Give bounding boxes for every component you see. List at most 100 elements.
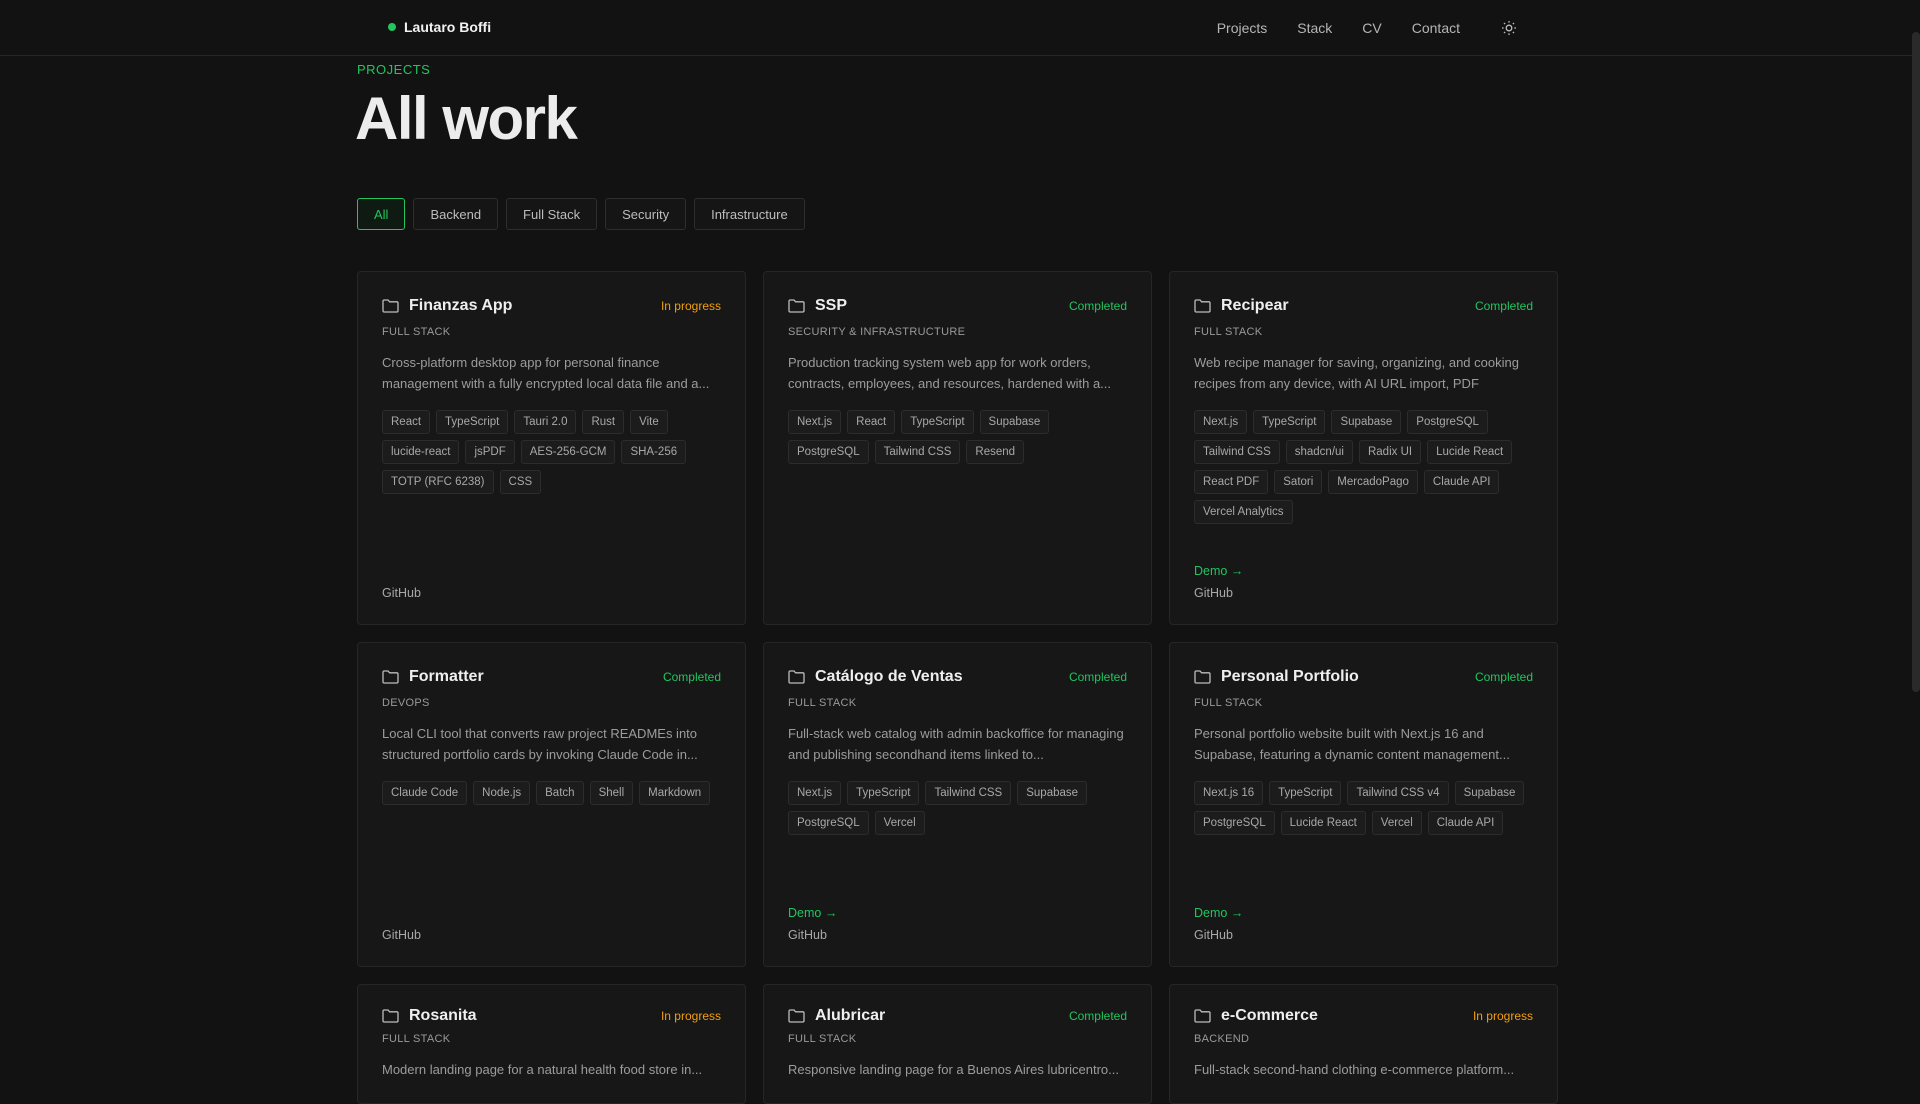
tech-tag: Claude Code — [382, 781, 468, 805]
nav-link-stack[interactable]: Stack — [1297, 20, 1332, 36]
project-category: SECURITY & INFRASTRUCTURE — [788, 326, 966, 338]
nav-link-contact[interactable]: Contact — [1412, 20, 1460, 36]
github-link[interactable]: GitHub — [788, 928, 1127, 942]
project-title: SSP — [815, 297, 848, 314]
demo-link[interactable]: Demo → — [788, 906, 1127, 920]
status-badge: Completed — [1068, 1009, 1127, 1023]
project-title: Alubricar — [815, 1007, 886, 1024]
tech-tag: PostgreSQL — [788, 440, 869, 464]
project-category: DEVOPS — [382, 697, 430, 709]
project-title: Formatter — [409, 668, 484, 685]
project-card[interactable]: Formatter Completed DEVOPS Local CLI too… — [357, 642, 746, 967]
project-card[interactable]: Catálogo de Ventas Completed FULL STACK … — [763, 642, 1152, 967]
project-category: FULL STACK — [788, 1033, 857, 1045]
tech-tag: TypeScript — [1253, 410, 1326, 434]
tech-tag: SHA-256 — [621, 440, 687, 464]
tech-tag: Lucide React — [1280, 811, 1366, 835]
project-links: Demo → GitHub — [1194, 906, 1533, 942]
brand-name: Lautaro Boffi — [404, 19, 492, 35]
card-header: Recipear Completed — [1194, 294, 1533, 318]
tech-tag: Claude API — [1427, 811, 1504, 835]
folder-icon — [788, 299, 805, 313]
project-category: FULL STACK — [1194, 326, 1263, 338]
tech-tag: shadcn/ui — [1285, 440, 1353, 464]
tech-tag: Tailwind CSS — [925, 781, 1012, 805]
github-link[interactable]: GitHub — [382, 586, 721, 600]
demo-link[interactable]: Demo → — [1194, 906, 1533, 920]
tech-tag: React — [382, 410, 431, 434]
tech-tag: TypeScript — [436, 410, 509, 434]
filter-backend[interactable]: Backend — [413, 198, 499, 230]
tech-tags: Next.js TypeScript Tailwind CSS Supabase Pos… — [788, 781, 1127, 835]
tech-tags: Next.js TypeScript Supabase PostgreSQL Tailw… — [1194, 410, 1533, 524]
card-title-group: Formatter — [382, 668, 484, 686]
tech-tag: Supabase — [1331, 410, 1402, 434]
tech-tag: Supabase — [1017, 781, 1088, 805]
status-badge: Completed — [1068, 299, 1127, 313]
filter-infrastructure[interactable]: Infrastructure — [694, 198, 805, 230]
nav-link-cv[interactable]: CV — [1362, 20, 1381, 36]
tech-tag: Tailwind CSS — [1194, 440, 1280, 464]
status-badge: In progress — [1472, 1009, 1533, 1023]
folder-icon — [788, 670, 805, 684]
project-card[interactable]: Rosanita In progress FULL STACK Modern l… — [357, 984, 746, 1104]
project-title: e-Commerce — [1221, 1007, 1318, 1024]
nav-link-projects[interactable]: Projects — [1217, 20, 1268, 36]
project-links: Demo → GitHub — [788, 906, 1127, 942]
project-card[interactable]: Recipear Completed FULL STACK Web recipe… — [1169, 271, 1558, 625]
project-category: FULL STACK — [788, 697, 857, 709]
folder-icon — [1194, 299, 1211, 313]
tech-tag: Tauri 2.0 — [514, 410, 577, 434]
tech-tag: TypeScript — [1269, 781, 1342, 805]
card-title-group: Finanzas App — [382, 297, 512, 315]
filter-all[interactable]: All — [357, 198, 406, 230]
tech-tags: Next.js React TypeScript Supabase PostgreSQL… — [788, 410, 1127, 464]
project-card[interactable]: Alubricar Completed FULL STACK Responsiv… — [763, 984, 1152, 1104]
project-description: Cross-platform desktop app for personal … — [382, 355, 710, 391]
project-description: Production tracking system web app for w… — [788, 355, 1112, 391]
tech-tag: PostgreSQL — [1407, 410, 1488, 434]
card-header: SSP Completed — [788, 294, 1127, 318]
tech-tag: Resend — [966, 440, 1025, 464]
theme-toggle-button[interactable] — [1498, 17, 1520, 39]
brand[interactable]: Lautaro Boffi — [388, 19, 491, 35]
project-description: Full-stack web catalog with admin backof… — [788, 726, 1124, 762]
tech-tag: Shell — [589, 781, 634, 805]
demo-link[interactable]: Demo → — [1194, 564, 1533, 578]
project-card[interactable]: Finanzas App In progress FULL STACK Cros… — [357, 271, 746, 625]
folder-icon — [788, 1009, 805, 1023]
page-scrollbar[interactable] — [1912, 32, 1920, 692]
folder-icon — [382, 670, 399, 684]
tech-tag: TypeScript — [847, 781, 920, 805]
tech-tag: Radix UI — [1358, 440, 1422, 464]
project-card[interactable]: e-Commerce In progress BACKEND Full-stac… — [1169, 984, 1558, 1104]
tech-tag: React PDF — [1194, 470, 1269, 494]
page-title: All work — [355, 85, 578, 152]
card-header: Personal Portfolio Completed — [1194, 665, 1533, 689]
github-link[interactable]: GitHub — [1194, 586, 1533, 600]
project-title: Personal Portfolio — [1221, 668, 1359, 685]
project-title: Rosanita — [409, 1007, 477, 1024]
card-title-group: SSP — [788, 297, 847, 315]
tech-tag: Satori — [1274, 470, 1323, 494]
project-card[interactable]: Personal Portfolio Completed FULL STACK … — [1169, 642, 1558, 967]
project-links: GitHub — [382, 928, 721, 942]
main-nav: Projects Stack CV Contact — [1217, 0, 1520, 56]
card-header: e-Commerce In progress — [1194, 1007, 1533, 1025]
filter-security[interactable]: Security — [605, 198, 687, 230]
tech-tag: Node.js — [473, 781, 531, 805]
top-navigation-bar: Lautaro Boffi Projects Stack CV Contact — [0, 0, 1920, 56]
tech-tags: Next.js 16 TypeScript Tailwind CSS v4 Supab… — [1194, 781, 1533, 835]
tech-tag: lucide-react — [382, 440, 460, 464]
github-link[interactable]: GitHub — [382, 928, 721, 942]
filter-full-stack[interactable]: Full Stack — [506, 198, 598, 230]
tech-tag: Next.js 16 — [1194, 781, 1264, 805]
tech-tag: Vite — [630, 410, 668, 434]
folder-icon — [1194, 670, 1211, 684]
github-link[interactable]: GitHub — [1194, 928, 1533, 942]
tech-tag: Tailwind CSS — [874, 440, 961, 464]
folder-icon — [382, 1009, 399, 1023]
project-card[interactable]: SSP Completed SECURITY & INFRASTRUCTURE … — [763, 271, 1152, 625]
tech-tag: Vercel — [874, 811, 925, 835]
project-description: Full-stack second-hand clothing e-commer… — [1194, 1062, 1515, 1077]
